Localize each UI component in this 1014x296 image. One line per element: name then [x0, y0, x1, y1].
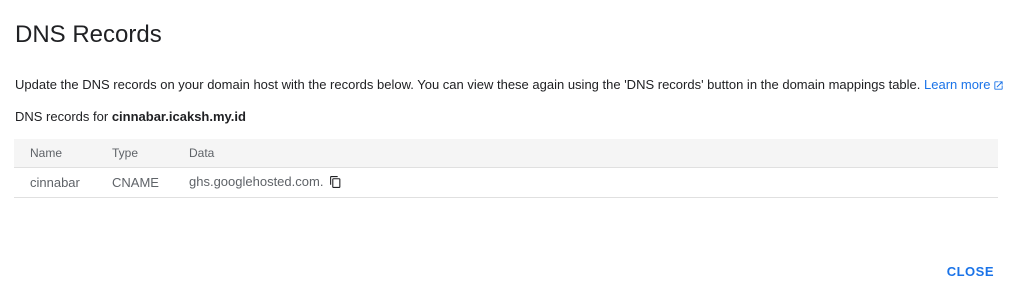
learn-more-label: Learn more	[920, 77, 991, 92]
dns-records-table: Name Type Data cinnabar CNAME ghs.google…	[14, 139, 998, 198]
external-link-icon	[993, 78, 1004, 96]
cell-data-container: ghs.googlehosted.com.	[189, 167, 998, 198]
cell-name: cinnabar	[14, 167, 112, 198]
records-for-line: DNS records for cinnabar.icaksh.my.id	[15, 108, 246, 126]
description-text: Update the DNS records on your domain ho…	[15, 77, 921, 92]
header-type: Type	[112, 139, 189, 168]
table-header-row: Name Type Data	[14, 139, 998, 168]
learn-more-link[interactable]: Learn more	[920, 77, 1004, 92]
dialog-description: Update the DNS records on your domain ho…	[15, 76, 1004, 96]
cell-type: CNAME	[112, 167, 189, 198]
header-name: Name	[14, 139, 112, 168]
close-button[interactable]: CLOSE	[947, 262, 994, 281]
table-row: cinnabar CNAME ghs.googlehosted.com.	[14, 167, 998, 198]
dialog-title: DNS Records	[15, 21, 162, 48]
domain-name: cinnabar.icaksh.my.id	[111, 109, 246, 124]
cell-data: ghs.googlehosted.com.	[189, 173, 324, 189]
records-for-prefix: DNS records for	[15, 109, 112, 124]
header-data: Data	[189, 139, 998, 168]
copy-icon[interactable]	[329, 175, 342, 192]
dns-records-dialog: DNS Records Update the DNS records on yo…	[0, 0, 1014, 296]
